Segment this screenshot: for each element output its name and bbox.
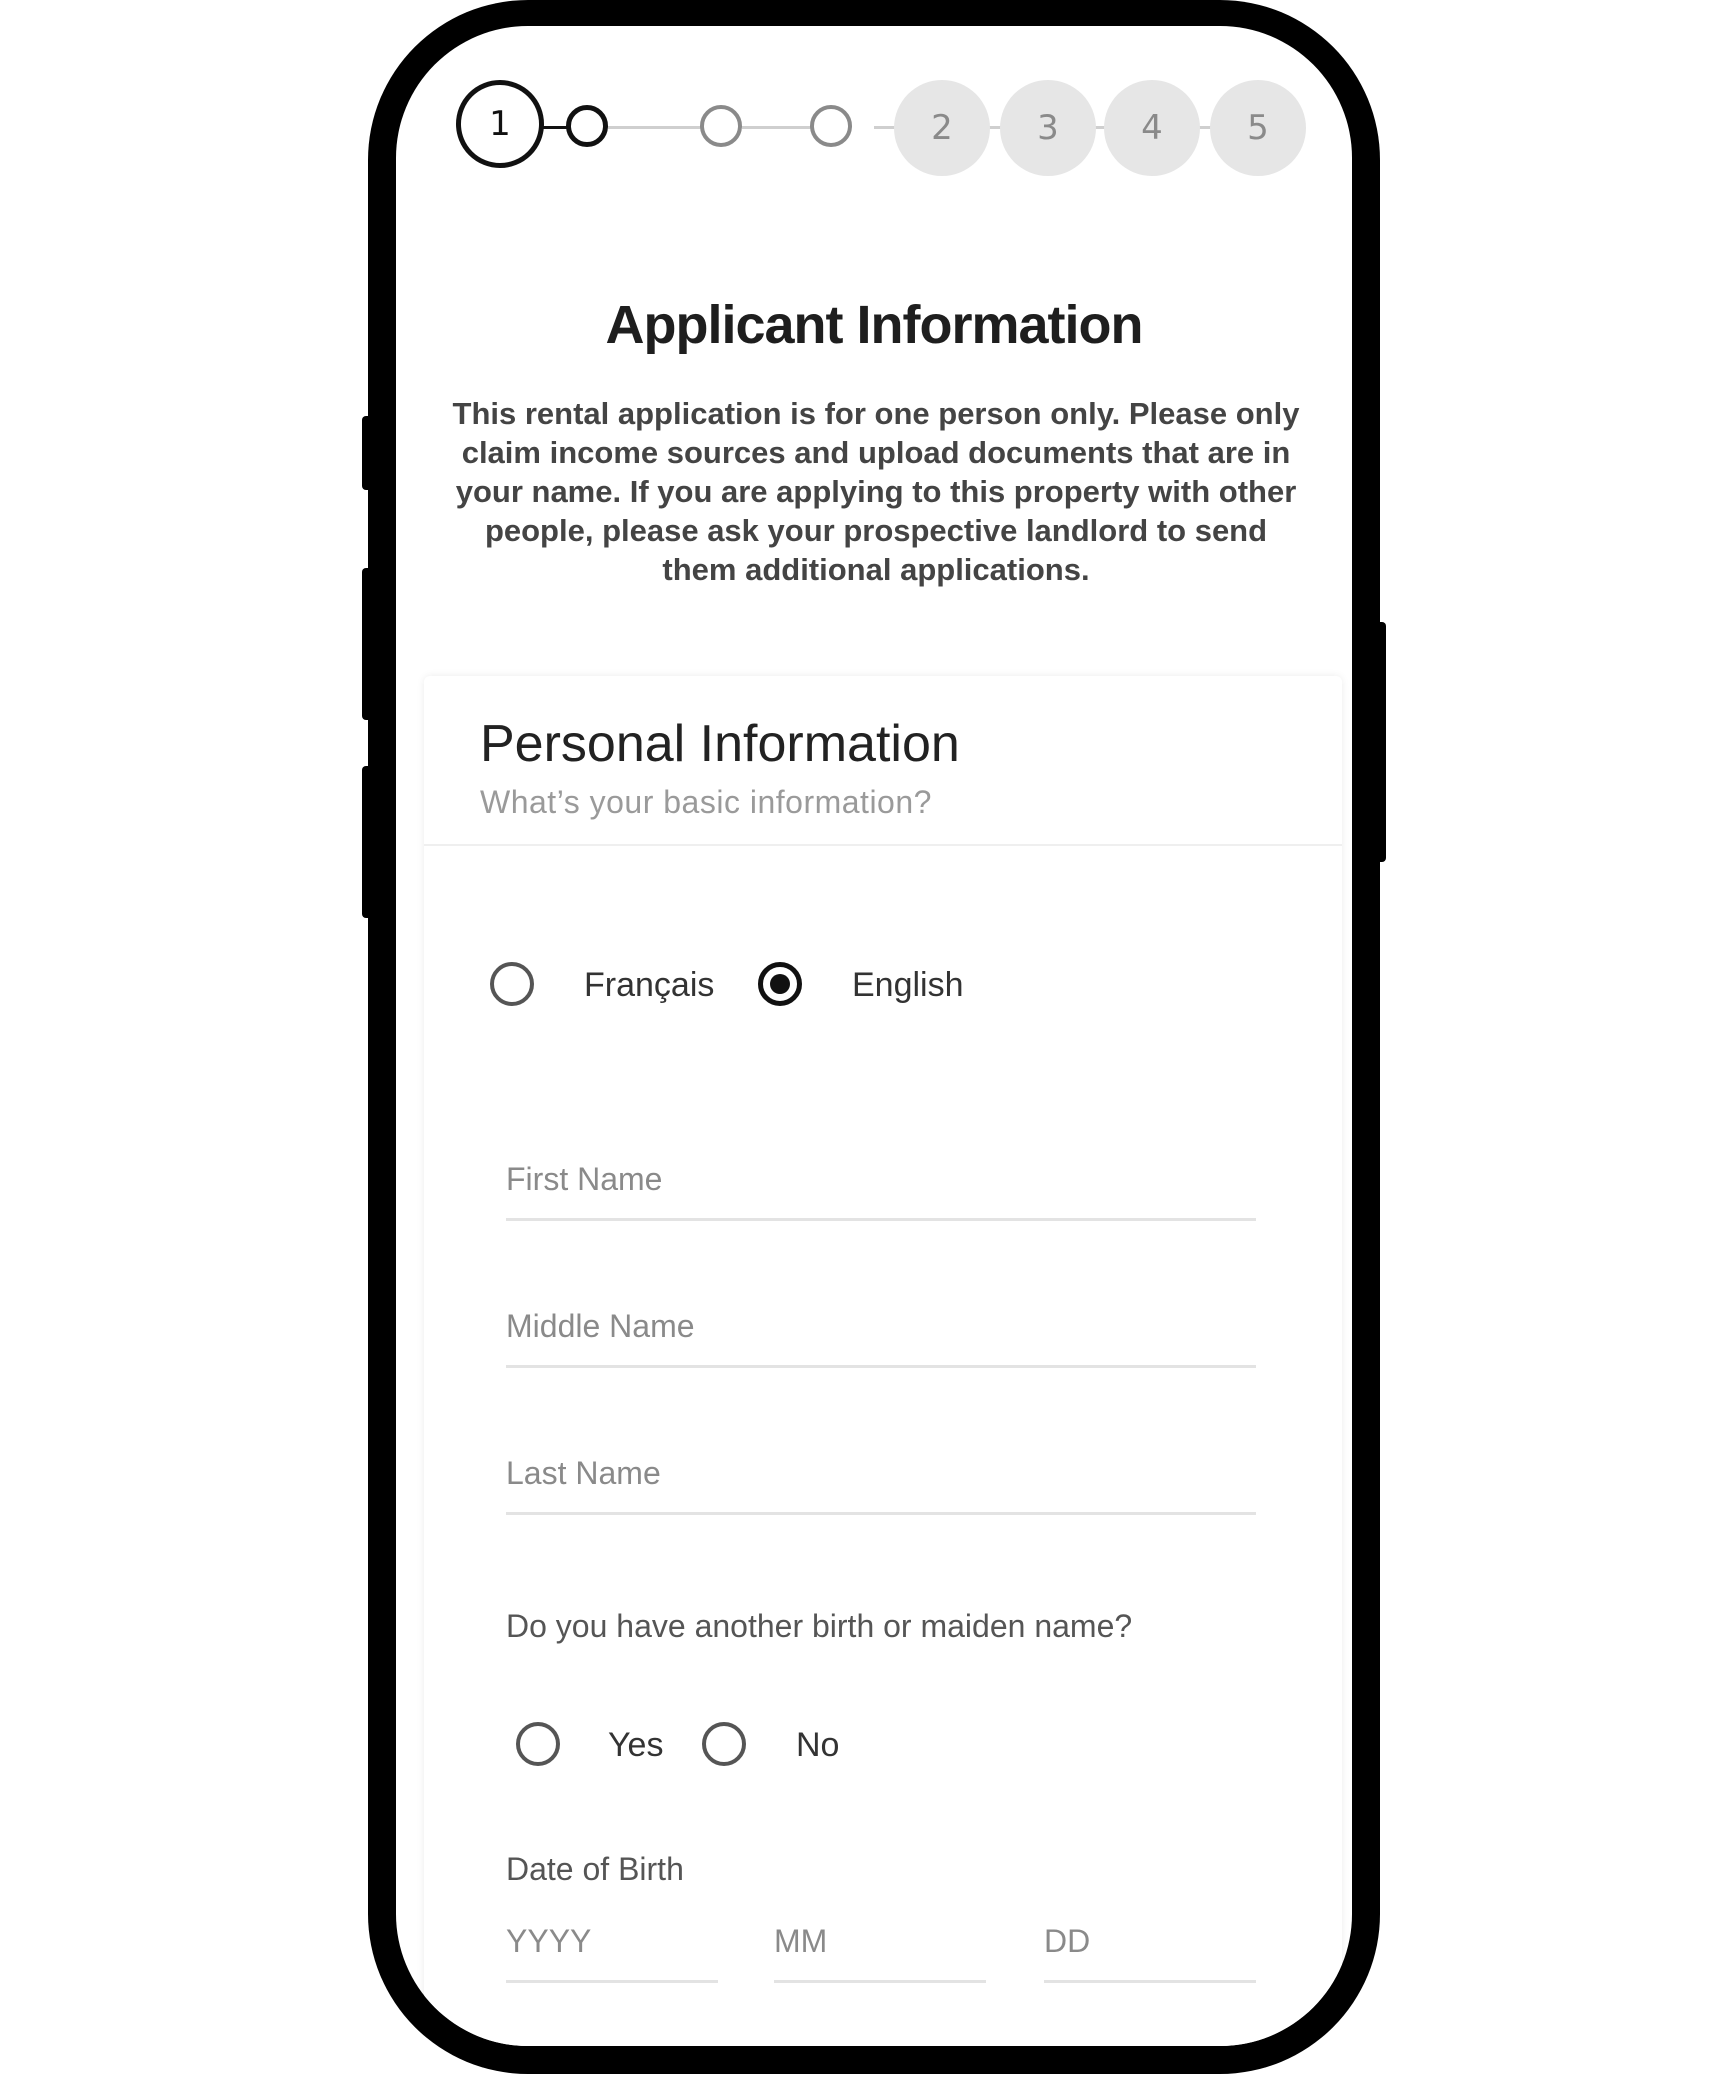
step-4-label: 4 [1141, 108, 1163, 148]
progress-stepper: 1 2 3 4 5 [396, 26, 1352, 226]
last-name-field [506, 1440, 1256, 1515]
phone-power-button [1374, 622, 1386, 862]
substep-pending[interactable] [700, 105, 742, 147]
radio-english-label[interactable]: English [852, 966, 964, 1005]
radio-francais[interactable] [490, 962, 534, 1006]
phone-screen: 1 2 3 4 5 Applicant Information This ren… [396, 26, 1352, 2046]
stage: 1 2 3 4 5 Applicant Information This ren… [0, 0, 1724, 2074]
phone-side-button [362, 416, 374, 490]
radio-yes-label[interactable]: Yes [608, 1726, 663, 1765]
page-title: Applicant Information [605, 295, 1144, 355]
dob-month-field [774, 1908, 986, 1983]
intro-text: This rental application is for one perso… [452, 396, 1300, 587]
first-name-input[interactable] [506, 1146, 1256, 1212]
step-4[interactable]: 4 [1104, 80, 1200, 176]
radio-no-label[interactable]: No [796, 1726, 839, 1765]
card-title: Personal Information [480, 715, 960, 773]
first-name-field [506, 1146, 1256, 1221]
dob-year-field [506, 1908, 718, 1983]
step-5[interactable]: 5 [1210, 80, 1306, 176]
other-name-question: Do you have another birth or maiden name… [506, 1608, 1133, 1644]
dob-day-field [1044, 1908, 1256, 1983]
radio-no[interactable] [702, 1722, 746, 1766]
card-subtitle: What’s your basic information? [480, 784, 932, 820]
phone-side-button [362, 568, 374, 720]
dob-day-input[interactable] [1044, 1908, 1256, 1974]
step-3-label: 3 [1037, 108, 1059, 148]
step-1-label: 1 [489, 104, 511, 144]
phone-side-button [362, 766, 374, 918]
step-2-label: 2 [931, 108, 953, 148]
substep-current[interactable] [566, 105, 608, 147]
radio-francais-label[interactable]: Français [584, 966, 714, 1005]
dob-month-input[interactable] [774, 1908, 986, 1974]
step-connector [608, 126, 704, 129]
last-name-input[interactable] [506, 1440, 1256, 1506]
step-3[interactable]: 3 [1000, 80, 1096, 176]
dob-year-input[interactable] [506, 1908, 718, 1974]
radio-yes[interactable] [516, 1722, 560, 1766]
personal-info-card: Personal Information What’s your basic i… [424, 676, 1342, 2046]
middle-name-input[interactable] [506, 1293, 1256, 1359]
card-header: Personal Information What’s your basic i… [424, 676, 1342, 846]
step-1-active[interactable]: 1 [456, 80, 544, 168]
radio-english[interactable] [758, 962, 802, 1006]
middle-name-field [506, 1293, 1256, 1368]
step-5-label: 5 [1247, 108, 1269, 148]
dob-label: Date of Birth [506, 1851, 684, 1887]
substep-pending[interactable] [810, 105, 852, 147]
step-2[interactable]: 2 [894, 80, 990, 176]
